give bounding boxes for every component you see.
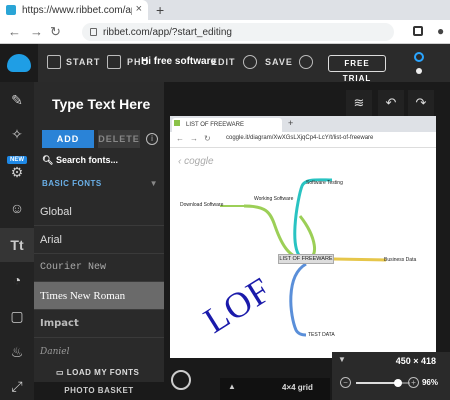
photo-basket-button[interactable]: PHOTO BASKET [34, 382, 164, 400]
new-tab-button[interactable]: + [156, 2, 164, 18]
font-category-dropdown[interactable]: BASIC FONTS ▼ [42, 179, 160, 188]
image-size-label: 450 × 418 [395, 356, 436, 366]
start-button[interactable]: START [66, 57, 100, 67]
texture-icon[interactable]: ♨ [9, 344, 25, 360]
photo-canvas[interactable]: LIST OF FREEWARE + ← → ↻ coggle.it/diagr… [170, 116, 436, 358]
info-icon[interactable]: i [146, 133, 158, 145]
zoom-slider-knob[interactable] [394, 379, 403, 387]
new-badge: NEW [7, 156, 27, 164]
frame-icon[interactable]: ▢ [9, 308, 25, 324]
collapse-icon[interactable]: ▼ [338, 355, 346, 364]
search-icon: 🔍︎ [42, 155, 54, 165]
node-test-data: TEST DATA [308, 332, 335, 338]
font-search-placeholder: Search fonts... [55, 155, 118, 165]
close-tab-icon[interactable]: × [136, 3, 142, 15]
document-title: Hi free software [141, 56, 217, 67]
forward-arrow-icon[interactable]: → [30, 24, 43, 39]
reload-icon[interactable]: ↻ [50, 24, 61, 40]
grid-expand-icon[interactable]: ▲ [228, 382, 236, 391]
ribbet-logo[interactable] [0, 44, 38, 82]
text-panel: Type Text Here ADD DELETE i 🔍︎ Search fo… [34, 82, 164, 400]
undo-icon[interactable]: ↶ [378, 90, 404, 116]
zoom-slider-fill [356, 382, 399, 384]
browser-tab-bar: https://www.ribbet.com/app/?st × + [0, 0, 450, 20]
font-item-impact[interactable]: Impact [34, 310, 164, 338]
tool-rail: ✎ ✧ NEW ⚙ ☺ Tt ◔ ▢ ♨ ⤢ [0, 82, 34, 400]
load-my-fonts-label: LOAD MY FONTS [66, 368, 140, 377]
ribbet-favicon-icon [6, 5, 16, 15]
font-item-times-new-roman[interactable]: Times New Roman [34, 282, 164, 310]
zoom-slider[interactable] [356, 379, 410, 387]
account-icon[interactable] [414, 52, 424, 62]
extension-icon[interactable] [413, 26, 423, 36]
layers-icon[interactable]: ≋ [346, 90, 372, 116]
menu-dot-icon[interactable] [416, 68, 422, 74]
start-icon [47, 55, 61, 69]
app-root: https://www.ribbet.com/app/?st × + ← → ↻… [0, 0, 450, 400]
crop-handle-icon[interactable] [171, 370, 191, 390]
browser-tab-title: https://www.ribbet.com/app/?st [22, 4, 132, 16]
text-icon[interactable]: Tt [9, 237, 25, 253]
sticker-icon[interactable]: ⚙ [9, 164, 25, 180]
node-business-data: Business Data [384, 257, 417, 263]
font-search-input[interactable]: 🔍︎ Search fonts... [42, 155, 118, 166]
font-category-label: BASIC FONTS [42, 179, 102, 188]
address-bar: ← → ↻ ribbet.com/app/?start_editing ● [0, 20, 450, 44]
app-top-bar: START PHO Hi free software EDIT SAVE FRE… [0, 44, 450, 83]
collage-icon[interactable]: ⤢ [9, 378, 25, 394]
overlay-icon[interactable]: ◔ [9, 272, 25, 288]
share-icon[interactable] [299, 55, 313, 69]
node-list-of-freeware: LIST OF FREEWARE [278, 254, 334, 264]
node-software-testing: Software Testing [306, 180, 343, 186]
node-working-software: Working Software [254, 196, 294, 202]
url-field[interactable]: ribbet.com/app/?start_editing [82, 23, 394, 41]
zoom-in-icon[interactable]: + [408, 377, 419, 388]
grid-size-label[interactable]: 4×4 grid [282, 383, 313, 392]
delete-text-button[interactable]: DELETE [98, 130, 140, 148]
lock-icon [90, 28, 97, 36]
edit-button[interactable]: EDIT [211, 57, 236, 67]
frog-icon [7, 54, 31, 72]
font-item-arial[interactable]: Arial [34, 226, 164, 254]
url-text: ribbet.com/app/?start_editing [103, 26, 232, 38]
text-input-prompt[interactable]: Type Text Here [52, 96, 150, 112]
redo-icon[interactable]: ↷ [408, 90, 434, 116]
font-item-global[interactable]: Global [34, 198, 164, 226]
add-text-button[interactable]: ADD [42, 130, 94, 148]
save-button[interactable]: SAVE [265, 57, 293, 67]
size-zoom-panel: ▼ 450 × 418 − + 96% [332, 352, 450, 400]
chevron-down-icon: ▼ [149, 179, 158, 188]
zoom-percentage: 96% [421, 378, 438, 387]
free-trial-button[interactable]: FREE TRIAL [328, 55, 386, 83]
node-download-software: Download Software [180, 202, 224, 208]
photo-icon [107, 55, 121, 69]
zoom-out-icon[interactable]: − [340, 377, 351, 388]
browser-tab[interactable]: https://www.ribbet.com/app/?st × [0, 0, 148, 20]
folder-icon: ▭ [56, 368, 65, 377]
grid-bar [220, 378, 330, 400]
magic-wand-icon[interactable]: ✧ [9, 126, 25, 142]
load-my-fonts-button[interactable]: ▭ LOAD MY FONTS [56, 368, 139, 377]
back-arrow-icon[interactable]: ← [8, 24, 21, 39]
font-item-daniel[interactable]: Daniel [34, 338, 164, 366]
font-item-courier-new[interactable]: Courier New [34, 254, 164, 282]
touchup-icon[interactable]: ☺ [9, 200, 25, 216]
save-icon [243, 55, 257, 69]
profile-icon[interactable]: ● [437, 24, 444, 38]
brush-icon[interactable]: ✎ [9, 92, 25, 108]
